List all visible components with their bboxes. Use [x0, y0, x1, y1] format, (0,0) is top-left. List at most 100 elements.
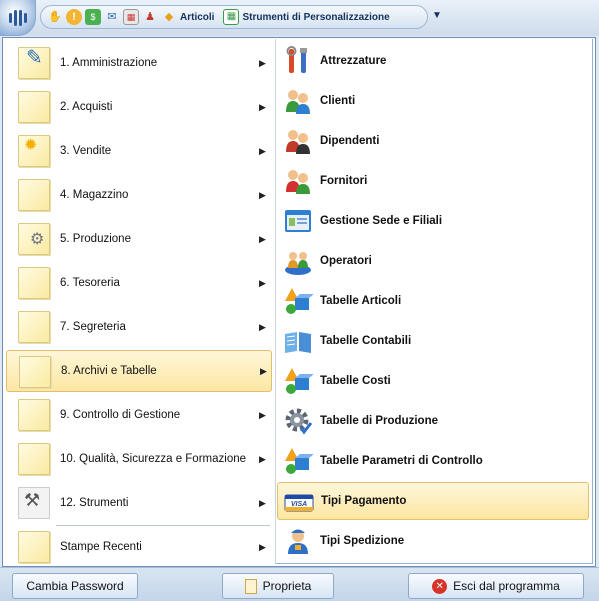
menu-item-qualita-sicurezza-formazione[interactable]: 10. Qualità, Sicurezza e Formazione ▶ — [6, 438, 272, 480]
chevron-right-icon: ▶ — [259, 409, 266, 420]
menu-item-vendite[interactable]: ✹ 3. Vendite ▶ — [6, 130, 272, 172]
menu-item-amministrazione[interactable]: ✎ 1. Amministrazione ▶ — [6, 42, 272, 84]
operators-icon — [282, 245, 314, 277]
submenu-item-tabelle-articoli[interactable]: Tabelle Articoli — [277, 282, 589, 320]
change-password-label: Cambia Password — [26, 579, 124, 593]
people-icon — [282, 125, 314, 157]
submenu-item-operatori[interactable]: Operatori — [277, 242, 589, 280]
note-icon — [18, 399, 50, 431]
submenu-item-tabelle-parametri-controllo[interactable]: Tabelle Parametri di Controllo — [277, 442, 589, 480]
submenu-item-attrezzature[interactable]: Attrezzature — [277, 42, 589, 80]
menu-item-label: Stampe Recenti — [60, 541, 142, 553]
note-icon — [19, 356, 51, 388]
submenu-item-label: Fornitori — [320, 175, 368, 187]
chevron-right-icon: ▶ — [259, 101, 266, 112]
chevron-right-icon: ▶ — [259, 277, 266, 288]
properties-button[interactable]: Proprieta — [222, 573, 334, 599]
menu-item-label: 1. Amministrazione — [60, 57, 158, 69]
strumenti-personalizzazione-button[interactable]: Strumenti di Personalizzazione — [242, 12, 389, 23]
id-card-icon — [282, 205, 314, 237]
menu-item-tesoreria[interactable]: 6. Tesoreria ▶ — [6, 262, 272, 304]
menu-item-label: 3. Vendite — [60, 145, 112, 157]
menu-item-label: 12. Strumenti — [60, 497, 129, 509]
close-icon: ✕ — [432, 578, 448, 594]
properties-label: Proprieta — [262, 579, 312, 593]
menu-item-label: 2. Acquisti — [60, 101, 113, 113]
menu-item-produzione[interactable]: ⚙ 5. Produzione ▶ — [6, 218, 272, 260]
chevron-right-icon: ▶ — [259, 541, 266, 552]
menu-item-acquisti[interactable]: 2. Acquisti ▶ — [6, 86, 272, 128]
chevron-right-icon: ▶ — [259, 497, 266, 508]
exit-program-label: Esci dal programma — [453, 579, 560, 593]
pencil-icon: ✎ — [26, 47, 43, 69]
quick-access-bar: ✋ ! $ ✉ ▦ ♟ ◆ Articoli ▦ Strumenti di Pe… — [40, 5, 428, 29]
calculator-icon[interactable]: ▦ — [123, 9, 139, 25]
menu-item-magazzino[interactable]: 4. Magazzino ▶ — [6, 174, 272, 216]
menu-item-label: 4. Magazzino — [60, 189, 129, 201]
shapes-icon[interactable]: ◆ — [161, 9, 177, 25]
courier-icon — [282, 525, 314, 557]
chevron-right-icon: ▶ — [259, 233, 266, 244]
tools-icon — [282, 45, 314, 77]
submenu-item-label: Tipi Spedizione — [320, 535, 405, 547]
submenu-item-label: Operatori — [320, 255, 372, 267]
money-icon[interactable]: $ — [85, 9, 101, 25]
note-icon — [18, 531, 50, 563]
main-menu-list: ✎ 1. Amministrazione ▶ 2. Acquisti ▶ ✹ 3… — [4, 39, 272, 565]
submenu-item-tabelle-contabili[interactable]: Tabelle Contabili — [277, 322, 589, 360]
people-icon — [282, 165, 314, 197]
warning-icon[interactable]: ! — [66, 9, 82, 25]
articoli-button[interactable]: Articoli — [180, 12, 214, 23]
sun-icon: ✹ — [24, 137, 38, 154]
submenu-item-gestione-sede-filiali[interactable]: Gestione Sede e Filiali — [277, 202, 589, 240]
submenu-item-tabelle-di-produzione[interactable]: Tabelle di Produzione — [277, 402, 589, 440]
change-password-button[interactable]: Cambia Password — [12, 573, 138, 599]
user-icon[interactable]: ♟ — [142, 9, 158, 25]
gear-icon — [282, 405, 314, 437]
note-icon — [18, 179, 50, 211]
menu-item-strumenti[interactable]: ⚒ 12. Strumenti ▶ — [6, 482, 272, 524]
submenu-item-dipendenti[interactable]: Dipendenti — [277, 122, 589, 160]
mail-icon[interactable]: ✉ — [104, 9, 120, 25]
chevron-right-icon: ▶ — [259, 321, 266, 332]
submenu-item-label: Tabelle Articoli — [320, 295, 402, 307]
submenu-item-label: Tabelle di Produzione — [320, 415, 438, 427]
note-icon — [18, 443, 50, 475]
menu-item-stampe-recenti[interactable]: Stampe Recenti ▶ — [6, 526, 272, 568]
app-logo-icon — [8, 9, 27, 26]
submenu-archivi-e-tabelle: Attrezzature Clienti Dipendenti Fornitor… — [275, 39, 593, 564]
chevron-right-icon: ▶ — [260, 365, 267, 376]
menu-item-label: 9. Controllo di Gestione — [60, 409, 181, 421]
chevron-right-icon: ▶ — [259, 145, 266, 156]
customize-dropdown-icon[interactable]: ▼ — [432, 10, 442, 21]
submenu-item-label: Tabelle Parametri di Controllo — [320, 455, 483, 467]
application-menu: ✎ 1. Amministrazione ▶ 2. Acquisti ▶ ✹ 3… — [2, 37, 596, 567]
submenu-item-tabelle-costi[interactable]: Tabelle Costi — [277, 362, 589, 400]
submenu-item-fornitori[interactable]: Fornitori — [277, 162, 589, 200]
submenu-item-tipi-spedizione[interactable]: Tipi Spedizione — [277, 522, 589, 560]
submenu-item-label: Tabelle Contabili — [320, 335, 412, 347]
quick-access-toolbar: ✋ ! $ ✉ ▦ ♟ ◆ Articoli ▦ Strumenti di Pe… — [0, 0, 599, 36]
menu-item-controllo-di-gestione[interactable]: 9. Controllo di Gestione ▶ — [6, 394, 272, 436]
menu-item-label: 7. Segreteria — [60, 321, 126, 333]
submenu-item-label: Attrezzature — [320, 55, 387, 67]
note-icon — [18, 91, 50, 123]
submenu-item-clienti[interactable]: Clienti — [277, 82, 589, 120]
shapes-icon — [282, 285, 314, 317]
submenu-item-tipi-pagamento[interactable]: VISA Tipi Pagamento — [277, 482, 589, 520]
hand-icon[interactable]: ✋ — [47, 9, 63, 25]
menu-item-archivi-e-tabelle[interactable]: 8. Archivi e Tabelle ▶ — [6, 350, 272, 392]
menu-footer: Cambia Password Proprieta ✕ Esci dal pro… — [0, 567, 599, 601]
application-menu-button[interactable] — [0, 0, 36, 36]
exit-program-button[interactable]: ✕ Esci dal programma — [408, 573, 584, 599]
menu-item-label: 8. Archivi e Tabelle — [61, 365, 157, 377]
submenu-item-label: Tipi Pagamento — [321, 495, 407, 507]
note-icon — [18, 267, 50, 299]
menu-item-label: 5. Produzione — [60, 233, 131, 245]
table-icon[interactable]: ▦ — [223, 9, 240, 25]
book-icon — [282, 325, 314, 357]
menu-item-segreteria[interactable]: 7. Segreteria ▶ — [6, 306, 272, 348]
shapes-icon — [282, 445, 314, 477]
shapes-icon — [282, 365, 314, 397]
chevron-right-icon: ▶ — [259, 453, 266, 464]
